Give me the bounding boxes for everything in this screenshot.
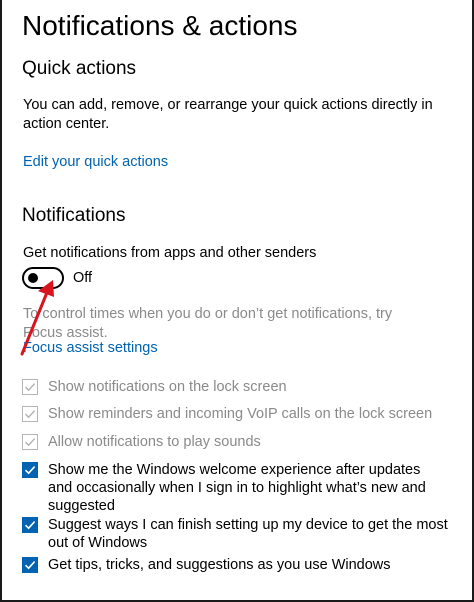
quick-actions-description: You can add, remove, or rearrange your q… — [23, 97, 433, 132]
get-notifications-label: Get notifications from apps and other se… — [23, 245, 317, 261]
checkbox[interactable] — [22, 557, 38, 573]
checkbox-label: Get tips, tricks, and suggestions as you… — [48, 557, 391, 573]
lock-screen-reminders-option[interactable]: Show reminders and incoming VoIP calls o… — [22, 405, 448, 423]
checkbox[interactable] — [22, 462, 38, 478]
toggle-state-label: Off — [73, 270, 93, 286]
tips-tricks-option[interactable]: Get tips, tricks, and suggestions as you… — [22, 556, 448, 574]
notifications-toggle-row: Off — [22, 266, 92, 290]
checkmark-icon — [24, 438, 36, 447]
checkmark-icon — [24, 521, 36, 530]
page-title: Notifications & actions — [22, 10, 298, 41]
checkbox[interactable] — [22, 517, 38, 533]
quick-actions-heading: Quick actions — [22, 58, 137, 79]
checkbox-label: Show reminders and incoming VoIP calls o… — [48, 406, 433, 422]
checkmark-icon — [24, 410, 36, 419]
checkbox-label: Allow notifications to play sounds — [48, 434, 261, 450]
checkbox-label: Suggest ways I can finish setting up my … — [48, 517, 448, 551]
checkmark-icon — [24, 383, 36, 392]
checkbox-label: Show notifications on the lock screen — [48, 379, 287, 395]
notifications-heading: Notifications — [22, 205, 126, 226]
notifications-toggle[interactable] — [22, 267, 64, 289]
welcome-experience-option[interactable]: Show me the Windows welcome experience a… — [22, 461, 448, 515]
notification-sounds-option[interactable]: Allow notifications to play sounds — [22, 433, 448, 451]
checkbox[interactable] — [22, 379, 38, 395]
checkmark-icon — [24, 561, 36, 570]
checkbox[interactable] — [22, 434, 38, 450]
setup-suggestions-option[interactable]: Suggest ways I can finish setting up my … — [22, 516, 448, 552]
lock-screen-notifications-option[interactable]: Show notifications on the lock screen — [22, 378, 448, 396]
edit-quick-actions-link[interactable]: Edit your quick actions — [23, 153, 168, 172]
checkbox[interactable] — [22, 406, 38, 422]
checkmark-icon — [24, 466, 36, 475]
checkbox-label: Show me the Windows welcome experience a… — [48, 462, 426, 514]
focus-assist-settings-link[interactable]: Focus assist settings — [23, 339, 158, 358]
toggle-knob — [28, 273, 38, 283]
focus-assist-description: To control times when you do or don’t ge… — [23, 306, 393, 341]
